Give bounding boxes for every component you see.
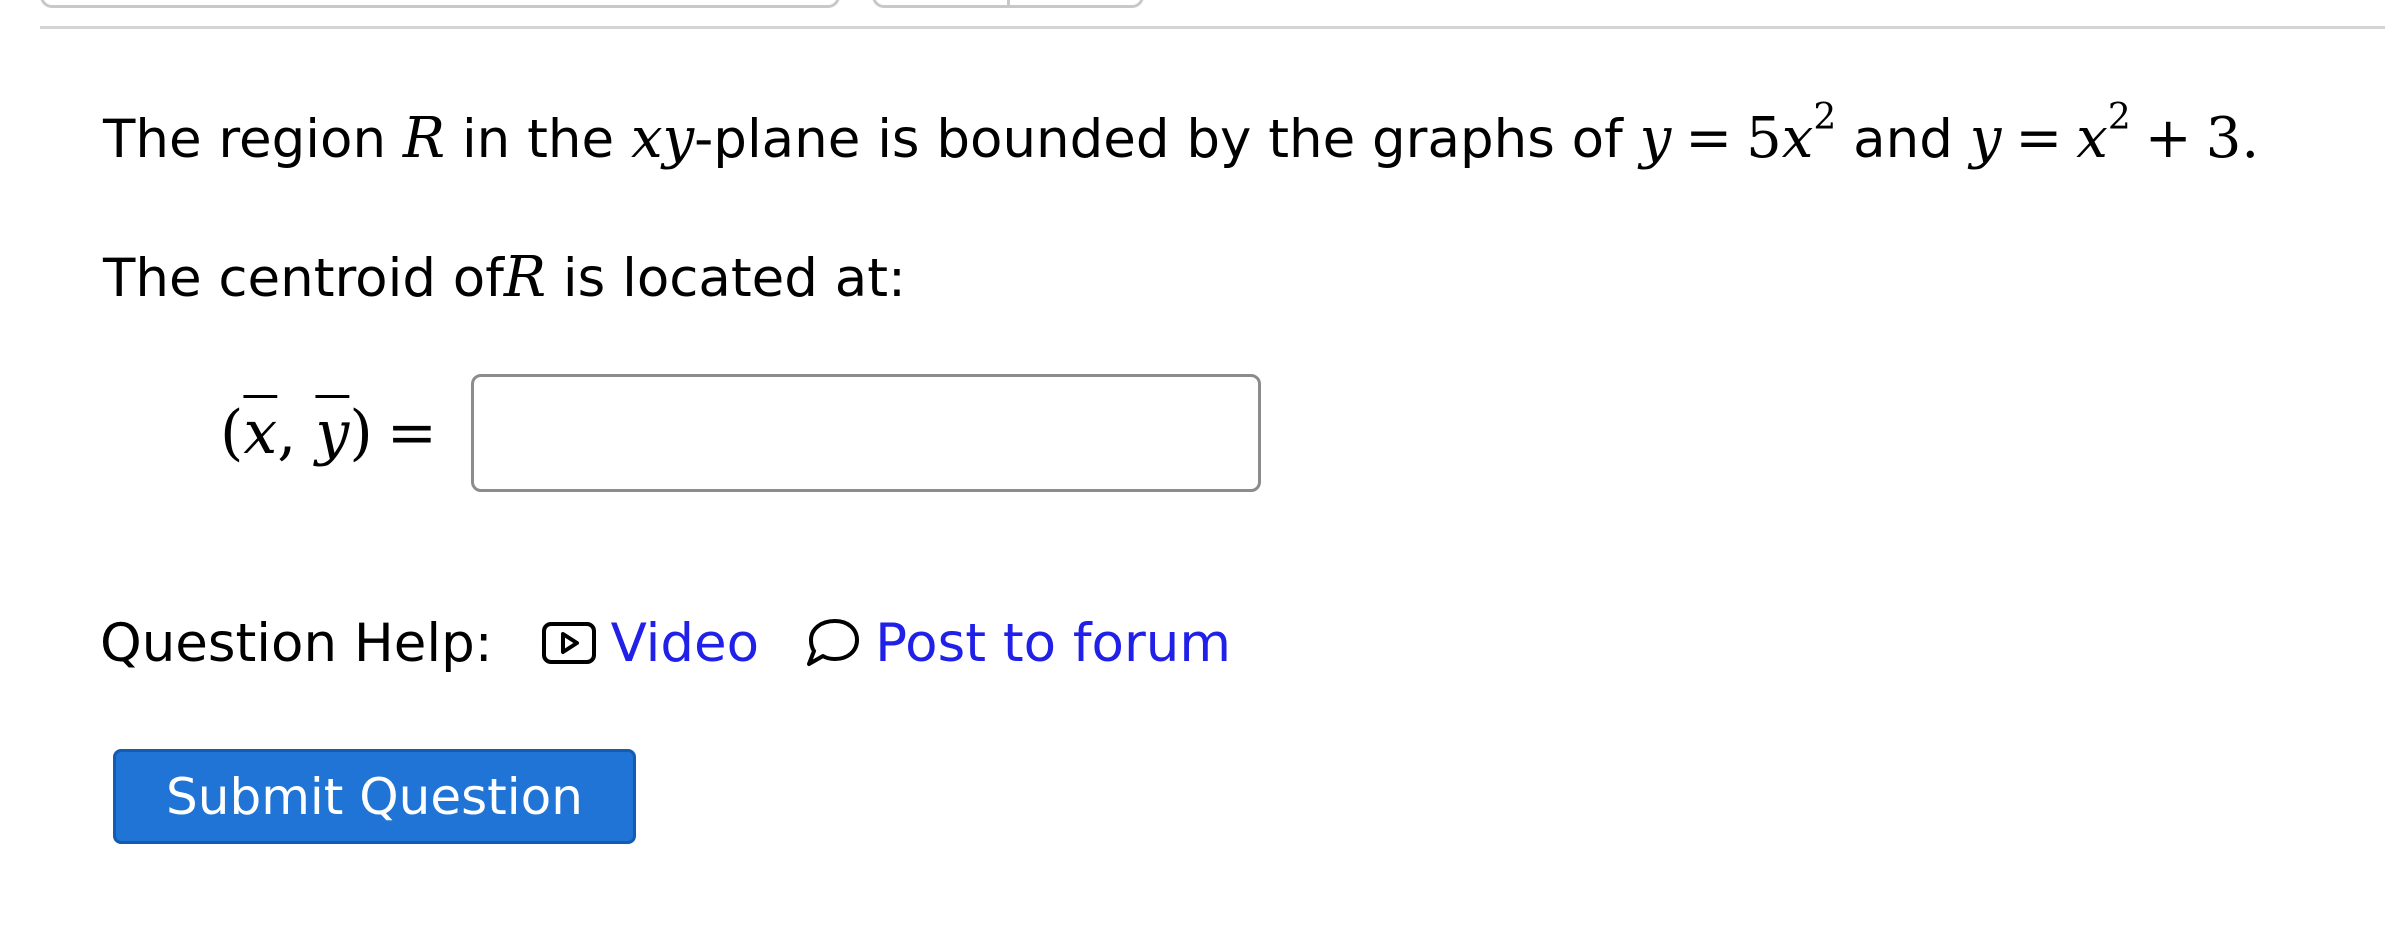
- centroid-label: (x, y) =: [220, 398, 438, 468]
- speech-bubble-icon: [807, 619, 860, 666]
- intro-suffix: -plane is bounded by the graphs of: [694, 109, 1623, 170]
- joiner-text: and: [1853, 109, 1953, 170]
- curve-two-equation: y = x2 +3.: [1969, 97, 2260, 172]
- centroid-region-symbol: R: [503, 245, 547, 310]
- post-to-forum-link[interactable]: Post to forum: [803, 613, 1231, 674]
- intro-middle: in the: [461, 109, 615, 170]
- intro-prefix: The region: [103, 109, 387, 170]
- question-help: Question Help: Video Post to forum: [100, 606, 1231, 680]
- video-icon: [541, 622, 596, 664]
- top-button-group-fragment[interactable]: [872, 0, 1144, 8]
- curve-one-equation: y = 5x2: [1639, 97, 1837, 172]
- video-link-label: Video: [610, 612, 760, 674]
- question-help-label: Question Help:: [100, 612, 493, 674]
- question-text: The region R in the xy-plane is bounded …: [103, 97, 2260, 175]
- post-to-forum-label: Post to forum: [875, 612, 1231, 674]
- centroid-prefix: The centroid of: [103, 248, 504, 309]
- top-input-fragment[interactable]: [40, 0, 840, 8]
- centroid-suffix: is located at:: [562, 248, 906, 309]
- plane-symbol: xy: [630, 106, 695, 171]
- submit-question-button[interactable]: Submit Question: [113, 749, 636, 844]
- region-symbol: R: [402, 106, 446, 171]
- answer-row: (x, y) =: [220, 372, 1262, 494]
- button-group-divider: [1007, 0, 1010, 5]
- video-link[interactable]: Video: [541, 612, 760, 674]
- centroid-answer-input[interactable]: [471, 374, 1262, 492]
- header-divider: [40, 26, 2385, 29]
- centroid-prompt: The centroid ofR is located at:: [103, 243, 906, 314]
